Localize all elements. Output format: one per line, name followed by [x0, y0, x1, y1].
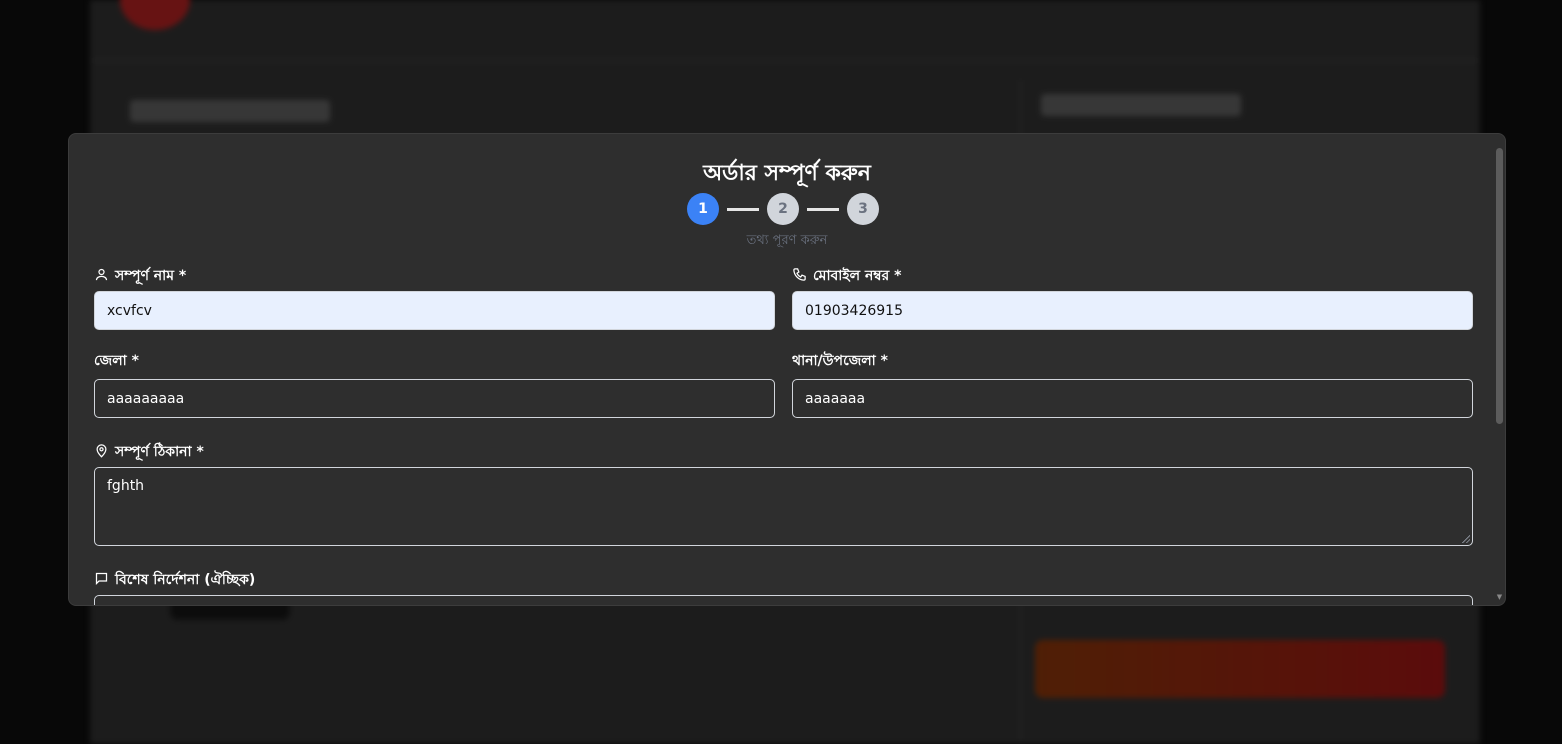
resize-handle[interactable]	[1462, 535, 1470, 543]
phone-icon	[792, 267, 807, 286]
notes-textarea[interactable]	[94, 595, 1473, 605]
mobile-value: 01903426915	[805, 302, 903, 319]
notes-label-text: বিশেষ নির্দেশনা (ঐচ্ছিক)	[115, 572, 256, 588]
full-name-label: সম্পূর্ণ নাম *	[94, 264, 186, 288]
full-name-input[interactable]: xcvfcv	[94, 291, 775, 330]
scroll-thumb[interactable]	[1496, 148, 1503, 424]
address-label: সম্পূর্ণ ঠিকানা *	[94, 440, 204, 464]
mobile-label-text: মোবাইল নম্বর *	[813, 268, 902, 284]
mobile-input[interactable]: 01903426915	[792, 291, 1473, 330]
thana-input[interactable]: aaaaaaa	[792, 379, 1473, 418]
address-value: fghth	[107, 478, 145, 494]
step-2: 2	[767, 193, 799, 225]
district-label-text: জেলা *	[94, 353, 139, 369]
thana-label: থানা/উপজেলা *	[792, 349, 888, 373]
user-icon	[94, 267, 109, 286]
address-label-text: সম্পূর্ণ ঠিকানা *	[115, 444, 204, 460]
message-icon	[94, 571, 109, 590]
full-name-value: xcvfcv	[107, 302, 152, 319]
step-caption: তথ্য পূরণ করুন	[746, 233, 828, 248]
district-label: জেলা *	[94, 349, 139, 373]
map-pin-icon	[94, 443, 109, 462]
district-value: aaaaaaaaa	[107, 390, 185, 407]
mobile-label: মোবাইল নম্বর *	[792, 264, 901, 288]
stepper: 1 2 3	[687, 193, 879, 225]
modal-title: অর্ডার সম্পূর্ণ করুন	[703, 161, 871, 186]
thana-value: aaaaaaa	[805, 390, 866, 407]
modal-scrollbar[interactable]: ▼	[1496, 142, 1503, 601]
step-3: 3	[847, 193, 879, 225]
scroll-down-arrow-icon[interactable]: ▼	[1496, 594, 1503, 601]
checkout-modal: অর্ডার সম্পূর্ণ করুন 1 2 3 তথ্য পূরণ করু…	[68, 133, 1506, 606]
thana-label-text: থানা/উপজেলা *	[792, 353, 888, 369]
step-1: 1	[687, 193, 719, 225]
step-connector	[807, 207, 839, 211]
full-name-label-text: সম্পূর্ণ নাম *	[115, 268, 187, 284]
notes-label: বিশেষ নির্দেশনা (ঐচ্ছিক)	[94, 568, 255, 592]
district-input[interactable]: aaaaaaaaa	[94, 379, 775, 418]
address-textarea[interactable]: fghth	[94, 467, 1473, 546]
step-connector	[727, 207, 759, 211]
